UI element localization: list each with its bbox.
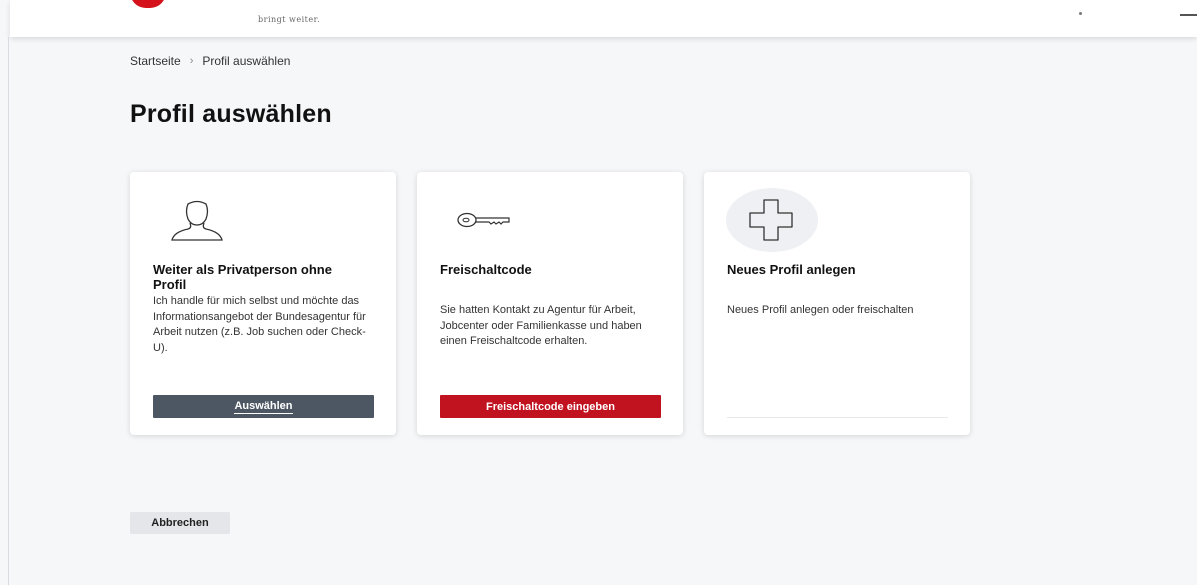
left-divider — [8, 37, 9, 585]
select-private-button-label: Auswählen — [234, 399, 293, 414]
breadcrumb-separator-icon: › — [189, 55, 194, 67]
card-new-profile[interactable]: Neues Profil anlegen Neues Profil anlege… — [704, 172, 970, 435]
header-dot-icon[interactable] — [1079, 12, 1082, 15]
top-header: bringt weiter. — [10, 0, 1197, 37]
card-private-person: Weiter als Privatperson ohne Profil Ich … — [130, 172, 396, 435]
card-description: Ich handle für mich selbst und möchte da… — [153, 295, 366, 354]
select-private-button[interactable]: Auswählen — [153, 395, 374, 418]
menu-icon[interactable] — [1180, 14, 1197, 16]
card-title: Neues Profil anlegen — [727, 262, 856, 277]
breadcrumb-home-link[interactable]: Startseite — [130, 54, 181, 68]
page-title: Profil auswählen — [130, 100, 332, 128]
breadcrumb-current: Profil auswählen — [202, 54, 291, 68]
card-description: Sie hatten Kontakt zu Agentur für Arbeit… — [440, 304, 642, 347]
key-icon — [457, 212, 510, 228]
breadcrumb: Startseite › Profil auswählen — [130, 54, 290, 68]
logo-tagline: bringt weiter. — [258, 15, 321, 24]
card-description: Neues Profil anlegen oder freischalten — [727, 304, 914, 316]
logo-icon[interactable] — [130, 0, 166, 8]
card-title: Freischaltcode — [440, 262, 532, 277]
person-icon — [171, 200, 223, 241]
enter-code-button[interactable]: Freischaltcode eingeben — [440, 395, 661, 418]
card-divider — [727, 417, 948, 418]
card-activation-code: Freischaltcode Sie hatten Kontakt zu Age… — [417, 172, 683, 435]
plus-icon — [749, 199, 793, 241]
cancel-button[interactable]: Abbrechen — [130, 512, 230, 534]
card-title: Weiter als Privatperson ohne Profil — [153, 262, 332, 292]
